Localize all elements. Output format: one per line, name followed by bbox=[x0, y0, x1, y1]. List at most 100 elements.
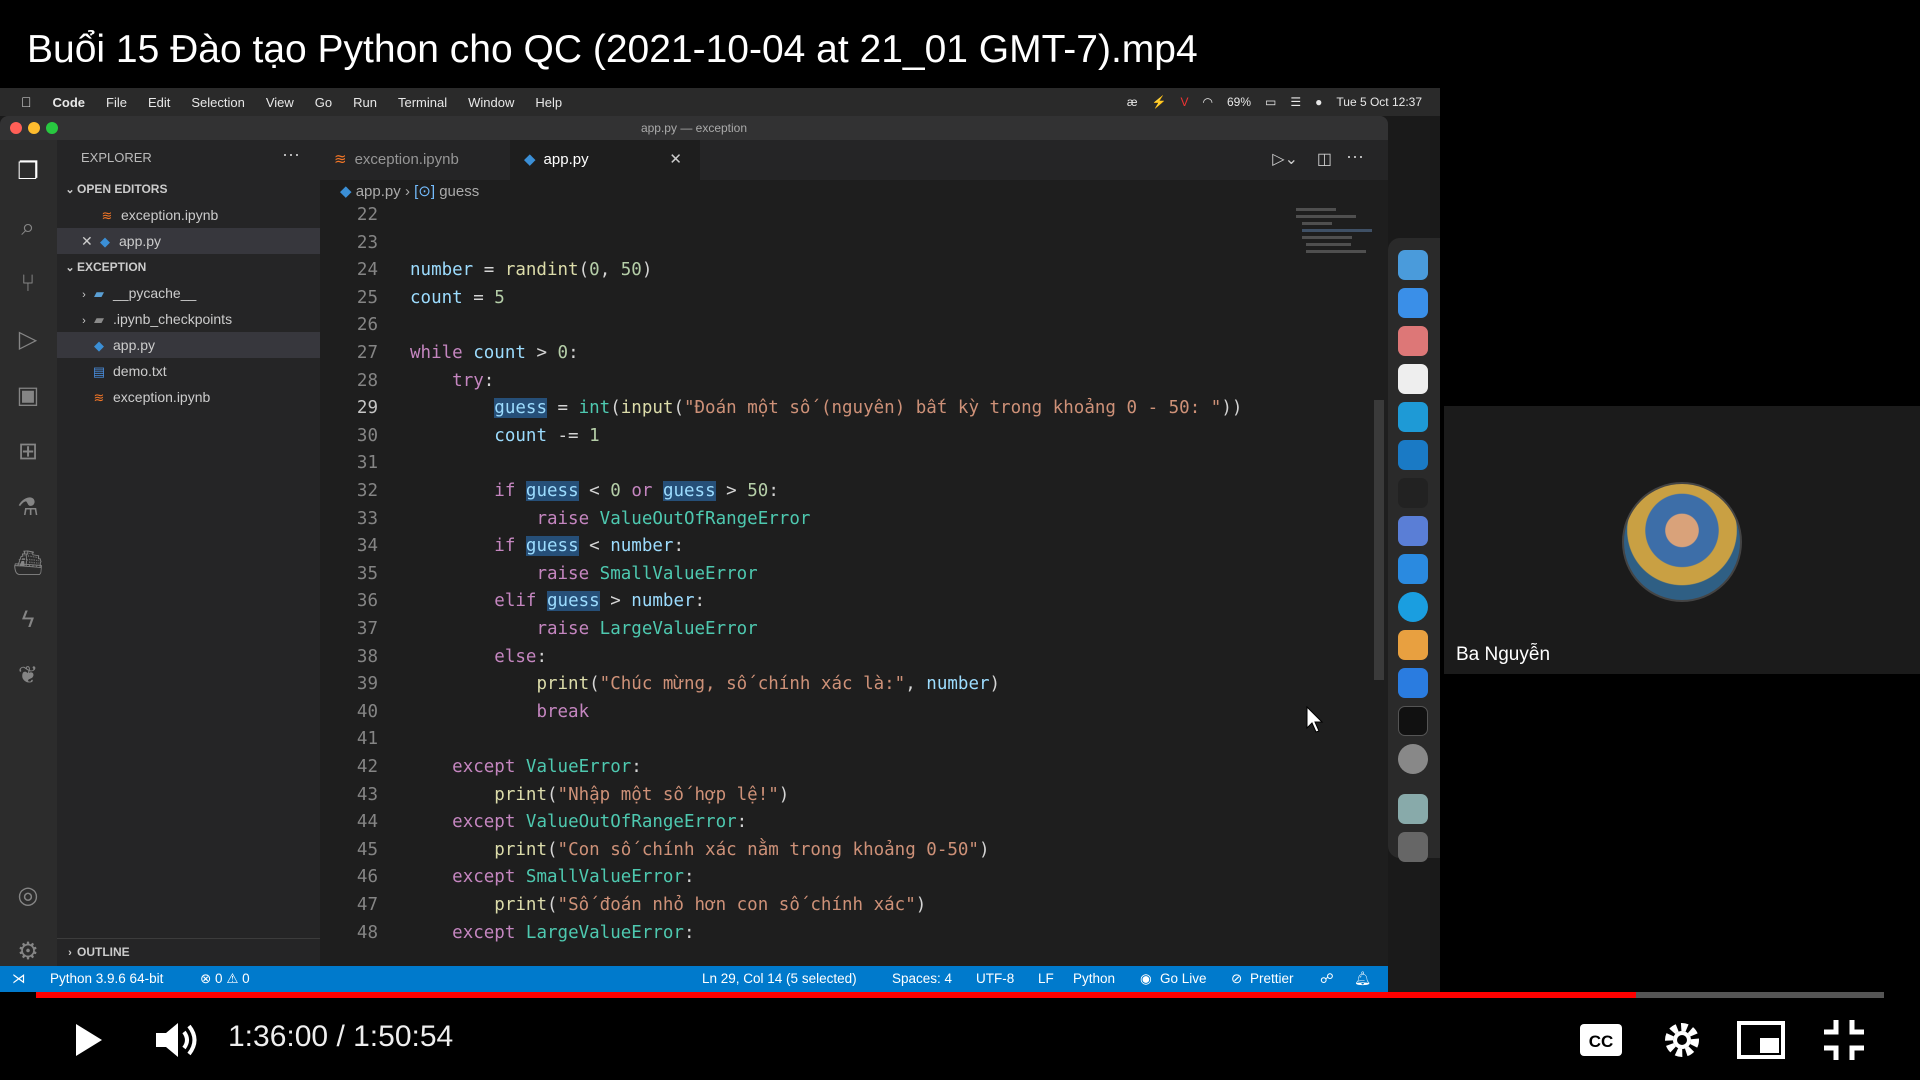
code-line[interactable]: 43 print("Nhập một số hợp lệ!") bbox=[320, 782, 1380, 810]
folder-icon[interactable] bbox=[1398, 794, 1428, 824]
tree-item-folder[interactable]: › ▰ __pycache__ bbox=[57, 280, 320, 306]
run-debug-icon[interactable]: ▷ bbox=[12, 324, 44, 356]
tab-app-py[interactable]: ◆ app.py ✕ bbox=[510, 140, 700, 180]
control-center-icon[interactable]: ☰ bbox=[1290, 95, 1301, 109]
play-icon[interactable] bbox=[70, 1020, 106, 1060]
thunder-icon[interactable]: ϟ bbox=[12, 604, 44, 636]
settings-gear-icon[interactable] bbox=[1660, 1018, 1704, 1062]
finder-icon[interactable] bbox=[1398, 250, 1428, 280]
code-line[interactable]: 36 elif guess > number: bbox=[320, 588, 1380, 616]
feedback-icon[interactable]: ☍ bbox=[1320, 966, 1334, 992]
trash-icon[interactable] bbox=[1398, 832, 1428, 862]
open-editor-item[interactable]: ✕ ◆ app.py bbox=[57, 228, 320, 254]
code-line[interactable]: 39 print("Chúc mừng, số chính xác là:", … bbox=[320, 671, 1380, 699]
run-file-icon[interactable]: ▷⌄ bbox=[1272, 149, 1298, 169]
launchpad-icon[interactable] bbox=[1398, 326, 1428, 356]
menu-edit[interactable]: Edit bbox=[148, 95, 170, 110]
code-line[interactable]: 35 raise SmallValueError bbox=[320, 561, 1380, 589]
wifi-icon[interactable]: ◠ bbox=[1203, 95, 1213, 109]
code-line[interactable]: 22 bbox=[320, 202, 1380, 230]
code-line[interactable]: 24 number = randint(0, 50) bbox=[320, 257, 1380, 285]
folder-section[interactable]: ⌄ EXCEPTION bbox=[57, 254, 320, 280]
code-line[interactable]: 31 bbox=[320, 450, 1380, 478]
go-live-button[interactable]: Go Live bbox=[1160, 966, 1207, 992]
more-actions-icon[interactable]: ··· bbox=[282, 144, 300, 165]
vscode-icon[interactable] bbox=[1398, 440, 1428, 470]
remote-explorer-icon[interactable]: ▣ bbox=[12, 380, 44, 412]
remote-icon[interactable]: ⋊ bbox=[12, 966, 26, 992]
account-icon[interactable]: ◎ bbox=[12, 880, 44, 912]
minimap[interactable] bbox=[1294, 202, 1374, 302]
code-line[interactable]: 40 break bbox=[320, 699, 1380, 727]
code-line[interactable]: 26 bbox=[320, 312, 1380, 340]
menu-go[interactable]: Go bbox=[315, 95, 332, 110]
bolt-icon[interactable]: ⚡ bbox=[1152, 95, 1167, 109]
testing-icon[interactable]: ⚗ bbox=[12, 492, 44, 524]
code-line[interactable]: 42 except ValueError: bbox=[320, 754, 1380, 782]
tree-item-file[interactable]: ▤ demo.txt bbox=[57, 358, 320, 384]
code-line[interactable]: 38 else: bbox=[320, 644, 1380, 672]
code-line[interactable]: 41 bbox=[320, 726, 1380, 754]
code-line[interactable]: 47 print("Số đoán nhỏ hơn con số chính x… bbox=[320, 892, 1380, 920]
volume-icon[interactable] bbox=[152, 1018, 206, 1062]
code-line[interactable]: 34 if guess < number: bbox=[320, 533, 1380, 561]
close-tab-icon[interactable]: ✕ bbox=[669, 140, 682, 180]
menu-run[interactable]: Run bbox=[353, 95, 377, 110]
clock[interactable]: Tue 5 Oct 12:37 bbox=[1336, 95, 1422, 109]
encoding[interactable]: UTF-8 bbox=[976, 966, 1014, 992]
search-icon[interactable]: ⌕ bbox=[12, 212, 44, 244]
vivaldi-icon[interactable]: V bbox=[1181, 95, 1189, 109]
app-store-icon[interactable] bbox=[1398, 668, 1428, 698]
prettier-button[interactable]: Prettier bbox=[1250, 966, 1294, 992]
code-editor[interactable]: 22 23 24 number = randint(0, 50) 25 count = 5… bbox=[320, 202, 1388, 966]
video-player[interactable]: Buổi 15 Đào tạo Python cho QC (2021-10-0… bbox=[0, 0, 1920, 1080]
indentation[interactable]: Spaces: 4 bbox=[892, 966, 952, 992]
menu-selection[interactable]: Selection bbox=[191, 95, 244, 110]
outline-section[interactable]: › OUTLINE bbox=[57, 938, 320, 964]
menu-terminal[interactable]: Terminal bbox=[398, 95, 447, 110]
split-editor-icon[interactable]: ◫ bbox=[1317, 149, 1332, 169]
notion-icon[interactable] bbox=[1398, 364, 1428, 394]
siri-icon[interactable]: ● bbox=[1315, 95, 1322, 109]
editor-scrollbar[interactable] bbox=[1374, 400, 1384, 680]
exit-fullscreen-icon[interactable] bbox=[1822, 1018, 1866, 1062]
breadcrumb-file[interactable]: app.py bbox=[356, 183, 401, 200]
python-interpreter[interactable]: Python 3.9.6 64-bit bbox=[50, 966, 163, 992]
breadcrumb-symbol[interactable]: guess bbox=[439, 183, 479, 200]
source-control-icon[interactable]: ⑂ bbox=[12, 268, 44, 300]
code-line[interactable]: 32 if guess < 0 or guess > 50: bbox=[320, 478, 1380, 506]
open-editors-section[interactable]: ⌄ OPEN EDITORS bbox=[57, 176, 320, 202]
battery-label[interactable]: 69% bbox=[1227, 95, 1251, 109]
close-editor-icon[interactable]: ✕ bbox=[81, 228, 97, 254]
problems-count[interactable]: ⊗ 0 ⚠ 0 bbox=[200, 966, 250, 992]
tree-item-file[interactable]: ≋ exception.ipynb bbox=[57, 384, 320, 410]
edge-icon[interactable] bbox=[1398, 402, 1428, 432]
menu-view[interactable]: View bbox=[266, 95, 294, 110]
code-line[interactable]: 25 count = 5 bbox=[320, 285, 1380, 313]
safari-icon[interactable] bbox=[1398, 288, 1428, 318]
code-line[interactable]: 30 count -= 1 bbox=[320, 423, 1380, 451]
terminal-icon[interactable] bbox=[1398, 706, 1428, 736]
code-line[interactable]: 28 try: bbox=[320, 368, 1380, 396]
app-icon[interactable] bbox=[1398, 516, 1428, 546]
zoom-window-button[interactable] bbox=[46, 122, 58, 134]
tree-item-folder[interactable]: › ▰ .ipynb_checkpoints bbox=[57, 306, 320, 332]
code-line[interactable]: 23 bbox=[320, 230, 1380, 258]
settings-gear-icon[interactable]: ⚙ bbox=[12, 936, 44, 968]
skype-icon[interactable] bbox=[1398, 592, 1428, 622]
tree-item-file[interactable]: ◆ app.py bbox=[57, 332, 320, 358]
code-line[interactable]: 44 except ValueOutOfRangeError: bbox=[320, 809, 1380, 837]
figma-icon[interactable] bbox=[1398, 478, 1428, 508]
system-preferences-icon[interactable] bbox=[1398, 744, 1428, 774]
code-line[interactable]: 48 except LargeValueError: bbox=[320, 920, 1380, 948]
subtitles-cc-icon[interactable]: CC bbox=[1578, 1020, 1624, 1060]
docker-icon[interactable]: ⛴ bbox=[12, 548, 44, 580]
menu-window[interactable]: Window bbox=[468, 95, 514, 110]
apple-icon[interactable]:  bbox=[21, 94, 32, 110]
cursor-position[interactable]: Ln 29, Col 14 (5 selected) bbox=[702, 966, 857, 992]
minimize-window-button[interactable] bbox=[28, 122, 40, 134]
menu-file[interactable]: File bbox=[106, 95, 127, 110]
code-line[interactable]: 45 print("Con số chính xác nằm trong kho… bbox=[320, 837, 1380, 865]
tab-exception-ipynb[interactable]: ≋ exception.ipynb bbox=[320, 140, 510, 180]
explorer-icon[interactable]: ❐ bbox=[12, 156, 44, 188]
